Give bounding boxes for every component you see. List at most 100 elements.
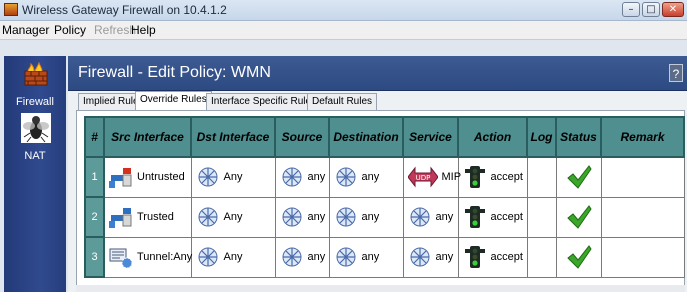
dst-interface-label: Any	[223, 171, 243, 184]
menu-manager[interactable]: Manager	[2, 23, 49, 37]
action-cell[interactable]: accept	[457, 156, 528, 198]
source-label: any	[307, 211, 326, 223]
tab-override-rules[interactable]: Override Rules	[135, 91, 212, 110]
sidebar: Firewall NAT	[4, 56, 66, 292]
tab-default-rules[interactable]: Default Rules	[307, 93, 378, 110]
minimize-button[interactable]: –	[622, 2, 640, 17]
col-header-source[interactable]: Source	[274, 116, 330, 158]
log-cell[interactable]	[526, 196, 557, 238]
horizontal-scrollbar[interactable]	[76, 285, 685, 292]
nat-icon[interactable]	[21, 113, 51, 143]
tunnel-interface-icon	[109, 248, 133, 268]
any-network-icon	[198, 167, 217, 187]
any-address-icon	[282, 207, 301, 227]
dst-interface-cell[interactable]: Any	[190, 156, 276, 198]
col-header-remark[interactable]: Remark	[600, 116, 685, 158]
destination-label: any	[361, 171, 380, 184]
checkmark-icon	[566, 165, 592, 190]
src-interface-cell[interactable]: Tunnel:Any	[103, 236, 193, 278]
any-service-icon	[410, 247, 429, 267]
service-label: any	[435, 251, 454, 263]
src-interface-label: Trusted	[137, 211, 174, 223]
destination-cell[interactable]: any	[328, 236, 404, 278]
table-row[interactable]: 1 Untrusted Any any any UDP MIP accept	[84, 156, 685, 198]
source-cell[interactable]: any	[274, 236, 330, 278]
source-label: any	[307, 251, 326, 263]
action-label: accept	[490, 211, 523, 223]
remark-cell[interactable]	[600, 236, 685, 278]
help-button[interactable]: ?	[669, 64, 683, 82]
log-cell[interactable]	[526, 236, 557, 278]
col-header-src-interface[interactable]: Src Interface	[103, 116, 192, 158]
main-content: Firewall - Edit Policy: WMN ? Implied Ru…	[68, 56, 687, 292]
col-header-action[interactable]: Action	[457, 116, 528, 158]
any-service-icon	[410, 207, 429, 227]
dst-interface-cell[interactable]: Any	[190, 196, 276, 238]
udp-service-icon: UDP	[407, 166, 438, 188]
log-cell[interactable]	[526, 156, 557, 198]
menu-help[interactable]: Help	[131, 23, 156, 37]
trusted-interface-icon	[109, 208, 132, 228]
rules-panel: # Src Interface Dst Interface Source Des…	[76, 110, 685, 286]
row-number: 1	[84, 156, 105, 198]
remark-cell[interactable]	[600, 196, 685, 238]
title-bar: Wireless Gateway Firewall on 10.4.1.2 – …	[0, 0, 687, 21]
col-header-destination[interactable]: Destination	[328, 116, 404, 158]
status-cell[interactable]	[555, 156, 602, 198]
service-label: MIP	[441, 171, 462, 184]
any-address-icon	[336, 247, 355, 267]
untrusted-interface-icon	[109, 168, 132, 189]
action-label: accept	[490, 251, 523, 263]
src-interface-label: Tunnel:Any	[137, 251, 193, 263]
page-title: Firewall - Edit Policy: WMN	[78, 64, 271, 81]
col-header-number[interactable]: #	[84, 116, 105, 158]
any-network-icon	[198, 207, 217, 227]
sidebar-item-nat[interactable]: NAT	[4, 150, 66, 162]
service-label: any	[435, 211, 454, 223]
destination-cell[interactable]: any	[328, 156, 404, 198]
destination-label: any	[361, 251, 380, 263]
remark-cell[interactable]	[600, 156, 685, 198]
col-header-log[interactable]: Log	[526, 116, 557, 158]
menu-bar: Manager Policy Refresh Help	[0, 21, 687, 40]
traffic-light-icon	[464, 206, 485, 228]
table-row[interactable]: 3 Tunnel:Any Any any any any accept	[84, 236, 685, 278]
any-address-icon	[282, 167, 301, 187]
tab-interface-specific-rules[interactable]: Interface Specific Rules	[206, 93, 322, 110]
service-cell[interactable]: UDP MIP	[402, 156, 461, 198]
status-cell[interactable]	[555, 196, 602, 238]
window-title: Wireless Gateway Firewall on 10.4.1.2	[22, 3, 227, 17]
dst-interface-cell[interactable]: Any	[190, 236, 276, 278]
firewall-icon[interactable]	[24, 62, 48, 86]
action-label: accept	[490, 171, 523, 184]
rules-table: # Src Interface Dst Interface Source Des…	[84, 116, 685, 278]
src-interface-cell[interactable]: Untrusted	[103, 156, 192, 198]
src-interface-cell[interactable]: Trusted	[103, 196, 192, 238]
source-cell[interactable]: any	[274, 156, 330, 198]
col-header-status[interactable]: Status	[555, 116, 602, 158]
any-address-icon	[336, 167, 355, 187]
col-header-service[interactable]: Service	[402, 116, 459, 158]
src-interface-label: Untrusted	[137, 171, 185, 184]
any-network-icon	[198, 247, 217, 267]
action-cell[interactable]: accept	[457, 236, 528, 278]
service-cell[interactable]: any	[402, 236, 459, 278]
row-number: 3	[84, 236, 105, 278]
page-header: Firewall - Edit Policy: WMN ?	[68, 56, 687, 91]
any-address-icon	[282, 247, 301, 267]
dst-interface-label: Any	[223, 251, 243, 263]
source-cell[interactable]: any	[274, 196, 330, 238]
row-number: 2	[84, 196, 105, 238]
table-row[interactable]: 2 Trusted Any any any any accept	[84, 196, 685, 238]
service-cell[interactable]: any	[402, 196, 459, 238]
maximize-button[interactable]: □	[642, 2, 660, 17]
action-cell[interactable]: accept	[457, 196, 528, 238]
checkmark-icon	[566, 205, 592, 229]
col-header-dst-interface[interactable]: Dst Interface	[190, 116, 276, 158]
status-cell[interactable]	[555, 236, 602, 278]
destination-cell[interactable]: any	[328, 196, 404, 238]
any-address-icon	[336, 207, 355, 227]
sidebar-item-firewall[interactable]: Firewall	[4, 96, 66, 108]
close-button[interactable]: ✕	[662, 2, 684, 17]
menu-policy[interactable]: Policy	[54, 23, 86, 37]
